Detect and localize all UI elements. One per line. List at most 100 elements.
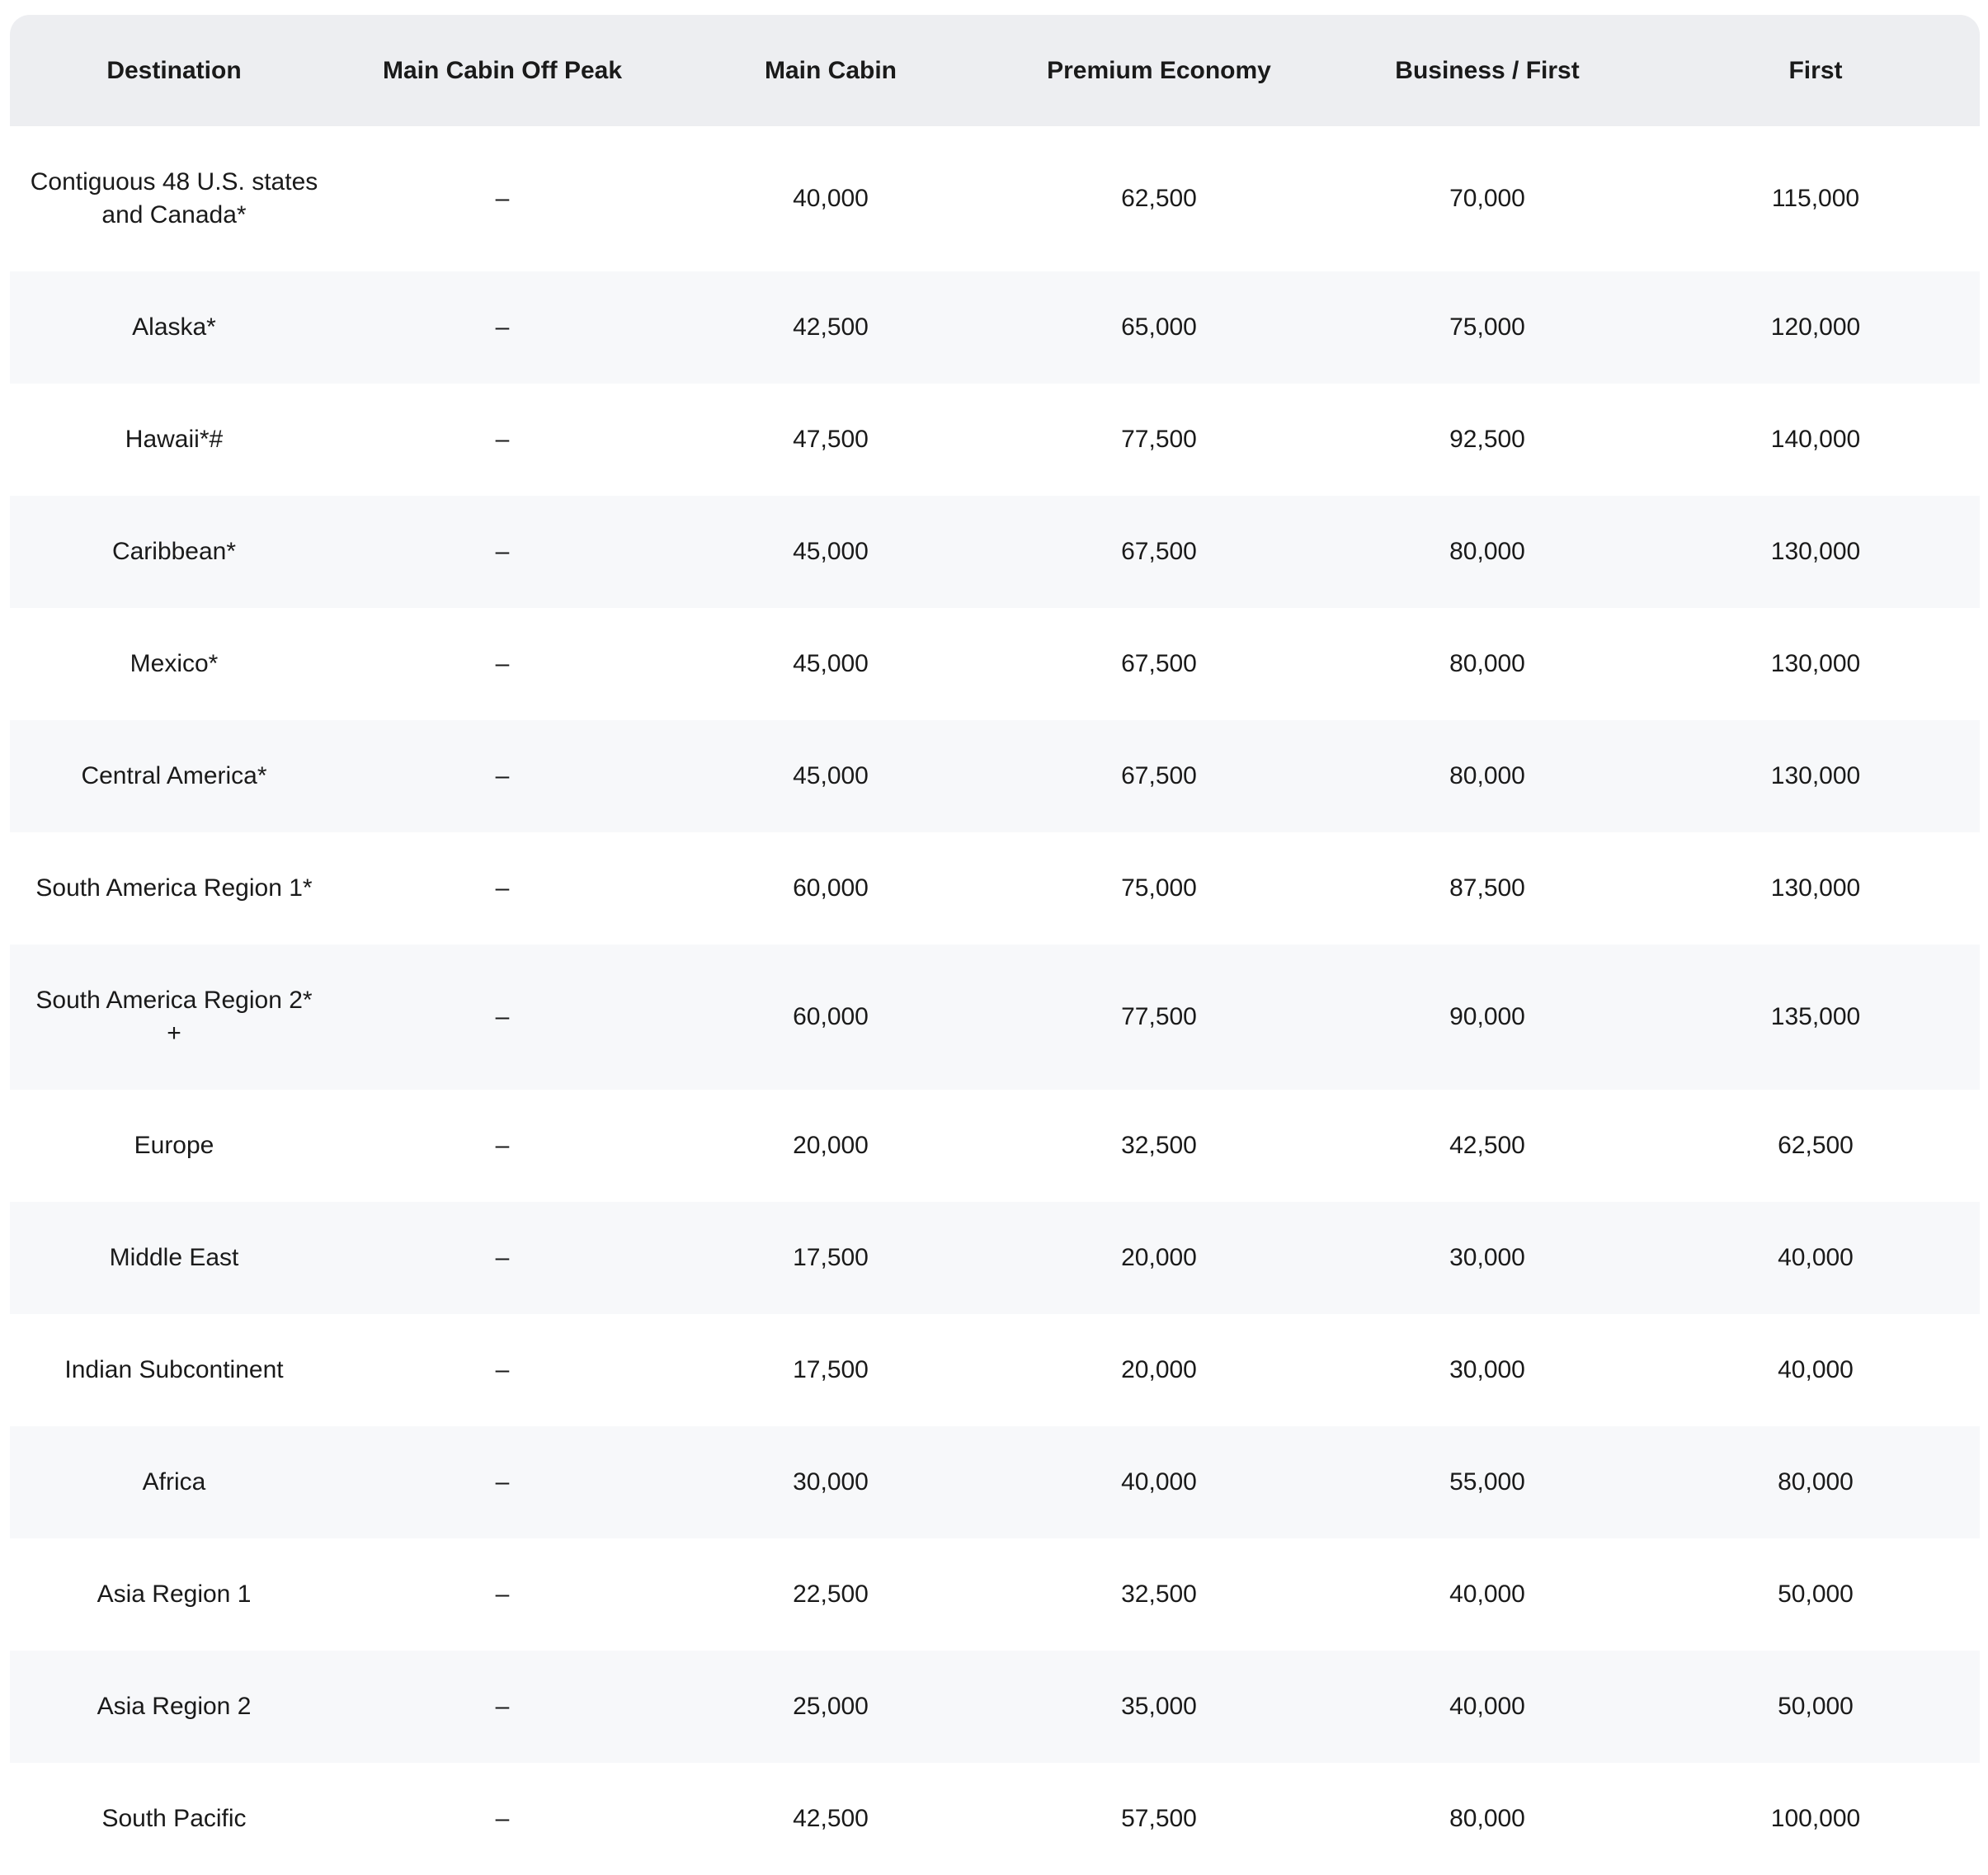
cell-main-cabin-off-peak: – [495,538,510,565]
cell-first: 120,000 [1770,313,1861,341]
cell-main-cabin-off-peak: – [495,1003,510,1030]
cell-main-cabin-off-peak: – [495,1468,510,1496]
cell-main-cabin: 20,000 [793,1132,869,1159]
cell-destination: Asia Region 1 [97,1581,252,1608]
cell-main-cabin-off-peak: – [495,874,510,902]
cell-first: 130,000 [1770,650,1861,677]
cell-premium-economy: 40,000 [1121,1468,1197,1496]
cell-destination: South Pacific [101,1805,247,1832]
table-row: South America Region 2* + – 60,000 77,500 90… [10,945,1980,1090]
cell-premium-economy: 20,000 [1121,1356,1197,1383]
cell-premium-economy: 32,500 [1121,1581,1197,1608]
cell-business-first: 80,000 [1449,762,1525,789]
cell-premium-economy: 57,500 [1121,1805,1197,1832]
cell-destination: South America Region 1* [35,874,313,902]
cell-destination: Caribbean* [111,538,237,565]
cell-premium-economy: 77,500 [1121,426,1197,453]
cell-destination: Middle East [109,1244,239,1271]
cell-main-cabin: 60,000 [793,1003,869,1030]
cell-first: 115,000 [1771,185,1860,212]
cell-business-first: 80,000 [1449,1805,1525,1832]
header-row: Destination Main Cabin Off Peak Main Cab… [10,15,1980,126]
cell-destination: South America Region 2* + [35,987,313,1047]
cell-business-first: 75,000 [1449,313,1525,341]
cell-first: 135,000 [1770,1003,1861,1030]
column-header-premium-economy: Premium Economy [1047,56,1271,84]
cell-main-cabin: 42,500 [793,313,869,341]
cell-main-cabin: 47,500 [793,426,869,453]
cell-first: 130,000 [1770,874,1861,902]
table-row: Hawaii*# – 47,500 77,500 92,500 140,000 [10,384,1980,496]
cell-premium-economy: 35,000 [1121,1693,1197,1720]
cell-premium-economy: 67,500 [1121,762,1197,789]
cell-business-first: 80,000 [1449,650,1525,677]
cell-main-cabin-off-peak: – [495,1132,510,1159]
column-header-business-first: Business / First [1395,56,1580,84]
cell-main-cabin: 17,500 [793,1244,869,1271]
cell-main-cabin-off-peak: – [495,1581,510,1608]
cell-first: 80,000 [1778,1468,1854,1496]
cell-main-cabin: 42,500 [793,1805,869,1832]
table-row: Indian Subcontinent – 17,500 20,000 30,000 40… [10,1314,1980,1426]
table-row: Alaska* – 42,500 65,000 75,000 120,000 [10,271,1980,384]
table-row: Contiguous 48 U.S. states and Canada* – 40… [10,126,1980,271]
cell-main-cabin-off-peak: – [495,313,510,341]
cell-main-cabin-off-peak: – [495,1693,510,1720]
cell-business-first: 42,500 [1449,1132,1525,1159]
cell-main-cabin-off-peak: – [495,1805,510,1832]
cell-first: 40,000 [1778,1244,1854,1271]
cell-first: 40,000 [1778,1356,1854,1383]
table-row: Central America* – 45,000 67,500 80,000 130,0… [10,720,1980,832]
column-header-destination: Destination [106,56,242,84]
cell-main-cabin: 40,000 [793,185,869,212]
cell-business-first: 80,000 [1449,538,1525,565]
cell-business-first: 55,000 [1449,1468,1525,1496]
table-row: South Pacific – 42,500 57,500 80,000 100,000 [10,1763,1980,1875]
cell-main-cabin: 45,000 [793,538,869,565]
cell-main-cabin-off-peak: – [495,426,510,453]
cell-main-cabin-off-peak: – [495,1356,510,1383]
table-row: Asia Region 1 – 22,500 32,500 40,000 50,000 [10,1538,1980,1651]
cell-first: 50,000 [1778,1581,1854,1608]
table-row: Middle East – 17,500 20,000 30,000 40,000 [10,1202,1980,1314]
cell-first: 140,000 [1770,426,1861,453]
cell-main-cabin-off-peak: – [495,1244,510,1271]
cell-premium-economy: 65,000 [1121,313,1197,341]
table-header: Destination Main Cabin Off Peak Main Cab… [10,15,1980,126]
cell-main-cabin: 17,500 [793,1356,869,1383]
cell-main-cabin: 60,000 [793,874,869,902]
cell-destination: Alaska* [132,313,216,341]
cell-premium-economy: 62,500 [1121,185,1197,212]
cell-destination: Mexico* [130,650,219,677]
table-row: Mexico* – 45,000 67,500 80,000 130,000 [10,608,1980,720]
cell-main-cabin: 30,000 [793,1468,869,1496]
cell-main-cabin-off-peak: – [495,185,510,212]
cell-destination: Central America* [81,762,267,789]
cell-premium-economy: 67,500 [1121,650,1197,677]
cell-business-first: 40,000 [1449,1693,1525,1720]
cell-first: 130,000 [1770,762,1861,789]
cell-main-cabin-off-peak: – [495,762,510,789]
cell-business-first: 92,500 [1449,426,1525,453]
cell-premium-economy: 75,000 [1121,874,1197,902]
cell-main-cabin: 45,000 [793,650,869,677]
cell-destination: Hawaii*# [125,426,224,453]
cell-premium-economy: 32,500 [1121,1132,1197,1159]
cell-main-cabin-off-peak: – [495,650,510,677]
table-row: Asia Region 2 – 25,000 35,000 40,000 50,000 [10,1651,1980,1763]
cell-first: 50,000 [1778,1693,1854,1720]
cell-first: 62,500 [1778,1132,1854,1159]
cell-premium-economy: 20,000 [1121,1244,1197,1271]
cell-premium-economy: 67,500 [1121,538,1197,565]
cell-main-cabin: 22,500 [793,1581,869,1608]
cell-business-first: 70,000 [1449,185,1525,212]
cell-business-first: 40,000 [1449,1581,1525,1608]
cell-business-first: 90,000 [1449,1003,1525,1030]
award-chart-table: Destination Main Cabin Off Peak Main Cab… [10,15,1980,1875]
cell-business-first: 30,000 [1449,1356,1525,1383]
table-row: Europe – 20,000 32,500 42,500 62,500 [10,1090,1980,1202]
cell-first: 100,000 [1770,1805,1861,1832]
cell-business-first: 87,500 [1449,874,1525,902]
table-body: Contiguous 48 U.S. states and Canada* – 40… [10,126,1980,1875]
cell-business-first: 30,000 [1449,1244,1525,1271]
